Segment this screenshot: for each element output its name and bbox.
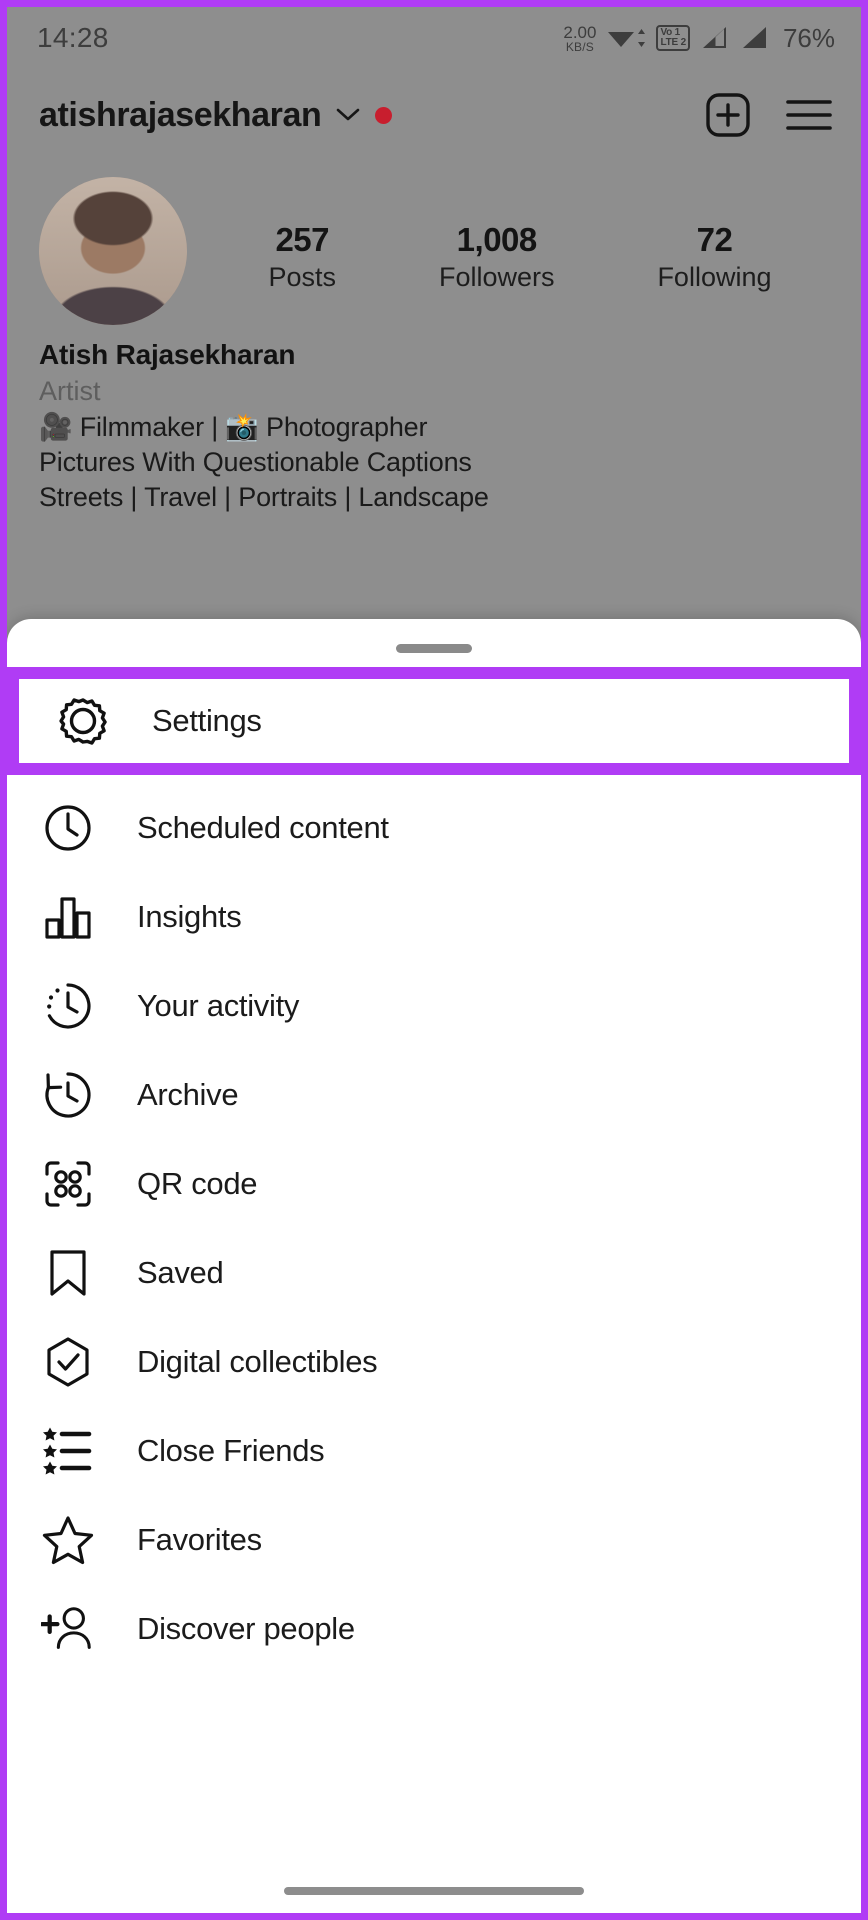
followers-count: 1,008 [456, 221, 538, 258]
menu-item-archive[interactable]: Archive [7, 1050, 861, 1139]
profile-backdrop: 14:28 2.00 KB/S Vo 1 LTE 2 76% atishraja… [7, 7, 861, 667]
following-label: Following [657, 262, 772, 292]
menu-list: Settings Scheduled content Insights Your ac… [7, 667, 861, 1673]
menu-item-insights[interactable]: Insights [7, 872, 861, 961]
menu-item-label: Discover people [137, 1610, 355, 1646]
account-switcher[interactable]: atishrajasekharan [39, 95, 393, 135]
hamburger-menu-icon[interactable] [785, 97, 833, 133]
menu-item-label: QR code [137, 1165, 258, 1201]
avatar[interactable] [39, 177, 187, 325]
menu-item-settings[interactable]: Settings [19, 679, 849, 763]
menu-item-label: Scheduled content [137, 809, 389, 845]
profile-menu-bottom-sheet: Settings Scheduled content Insights Your ac… [7, 619, 861, 1913]
menu-item-label: Your activity [137, 987, 300, 1023]
status-bar: 14:28 2.00 KB/S Vo 1 LTE 2 76% [7, 7, 861, 69]
stat-following[interactable]: 72 Following [657, 221, 771, 293]
bookmark-icon [41, 1246, 95, 1300]
menu-item-label: Close Friends [137, 1432, 325, 1468]
star-outline-icon [41, 1513, 95, 1567]
profile-bio: Atish Rajasekharan Artist 🎥 Filmmaker | … [7, 325, 861, 513]
status-bar-time: 14:28 [37, 22, 109, 53]
bio-line-2: Pictures With Questionable Captions [39, 447, 472, 477]
volte-icon: Vo 1 LTE 2 [656, 25, 690, 51]
network-speed-value: 2.00 [563, 22, 597, 42]
menu-item-label: Saved [137, 1254, 224, 1290]
menu-item-label: Archive [137, 1076, 239, 1112]
menu-item-digital-collectibles[interactable]: Digital collectibles [7, 1317, 861, 1406]
star-list-icon [41, 1424, 95, 1478]
bio-line-1: 🎥 Filmmaker | 📸 Photographer [39, 412, 428, 442]
menu-item-label: Settings [152, 703, 262, 738]
network-speed-unit: KB/S [565, 39, 594, 54]
wifi-icon [606, 25, 646, 51]
profile-summary-row: 257 Posts 1,008 Followers 72 Following [7, 161, 861, 325]
signal-bars-icon [742, 27, 766, 48]
posts-label: Posts [268, 262, 336, 292]
followers-label: Followers [438, 262, 555, 292]
activity-clock-icon [41, 979, 95, 1033]
profile-top-bar: atishrajasekharan [7, 69, 861, 161]
menu-item-scheduled-content[interactable]: Scheduled content [7, 783, 861, 872]
volte-line-2: LTE 2 [660, 37, 686, 48]
top-bar-actions [705, 92, 833, 138]
profile-full-name: Atish Rajasekharan [39, 339, 296, 370]
menu-item-saved[interactable]: Saved [7, 1228, 861, 1317]
battery-percentage: 76% [782, 22, 835, 53]
profile-username: atishrajasekharan [39, 95, 322, 134]
sheet-drag-handle[interactable] [396, 644, 472, 653]
stat-followers[interactable]: 1,008 Followers [439, 221, 555, 293]
menu-item-label: Favorites [137, 1521, 262, 1557]
unread-badge-dot [375, 106, 393, 124]
menu-item-favorites[interactable]: Favorites [7, 1495, 861, 1584]
menu-item-discover-people[interactable]: Discover people [7, 1584, 861, 1673]
menu-item-your-activity[interactable]: Your activity [7, 961, 861, 1050]
add-person-icon [41, 1602, 95, 1656]
profile-category: Artist [39, 376, 101, 406]
home-indicator [284, 1887, 584, 1895]
signal-bars-icon [702, 27, 726, 48]
chevron-down-icon [337, 108, 360, 121]
profile-stats: 257 Posts 1,008 Followers 72 Following [187, 177, 831, 293]
menu-item-qr-code[interactable]: QR code [7, 1139, 861, 1228]
plus-box-icon[interactable] [705, 92, 751, 138]
gear-icon [56, 694, 110, 748]
menu-item-close-friends[interactable]: Close Friends [7, 1406, 861, 1495]
network-speed-indicator: 2.00 KB/S [563, 24, 596, 53]
menu-item-label: Digital collectibles [137, 1343, 378, 1379]
clock-icon [41, 801, 95, 855]
highlight-annotation: Settings [7, 667, 861, 775]
menu-item-label: Insights [137, 898, 242, 934]
bar-chart-icon [41, 890, 95, 944]
hexagon-check-icon [41, 1335, 95, 1389]
posts-count: 257 [275, 221, 330, 258]
following-count: 72 [696, 221, 733, 258]
qr-code-icon [41, 1157, 95, 1211]
stat-posts[interactable]: 257 Posts [268, 221, 336, 293]
status-bar-icons: 2.00 KB/S Vo 1 LTE 2 76% [563, 23, 835, 54]
archive-clock-back-icon [41, 1068, 95, 1122]
phone-screen: 14:28 2.00 KB/S Vo 1 LTE 2 76% atishraja… [0, 0, 868, 1920]
bio-line-3: Streets | Travel | Portraits | Landscape [39, 482, 489, 512]
